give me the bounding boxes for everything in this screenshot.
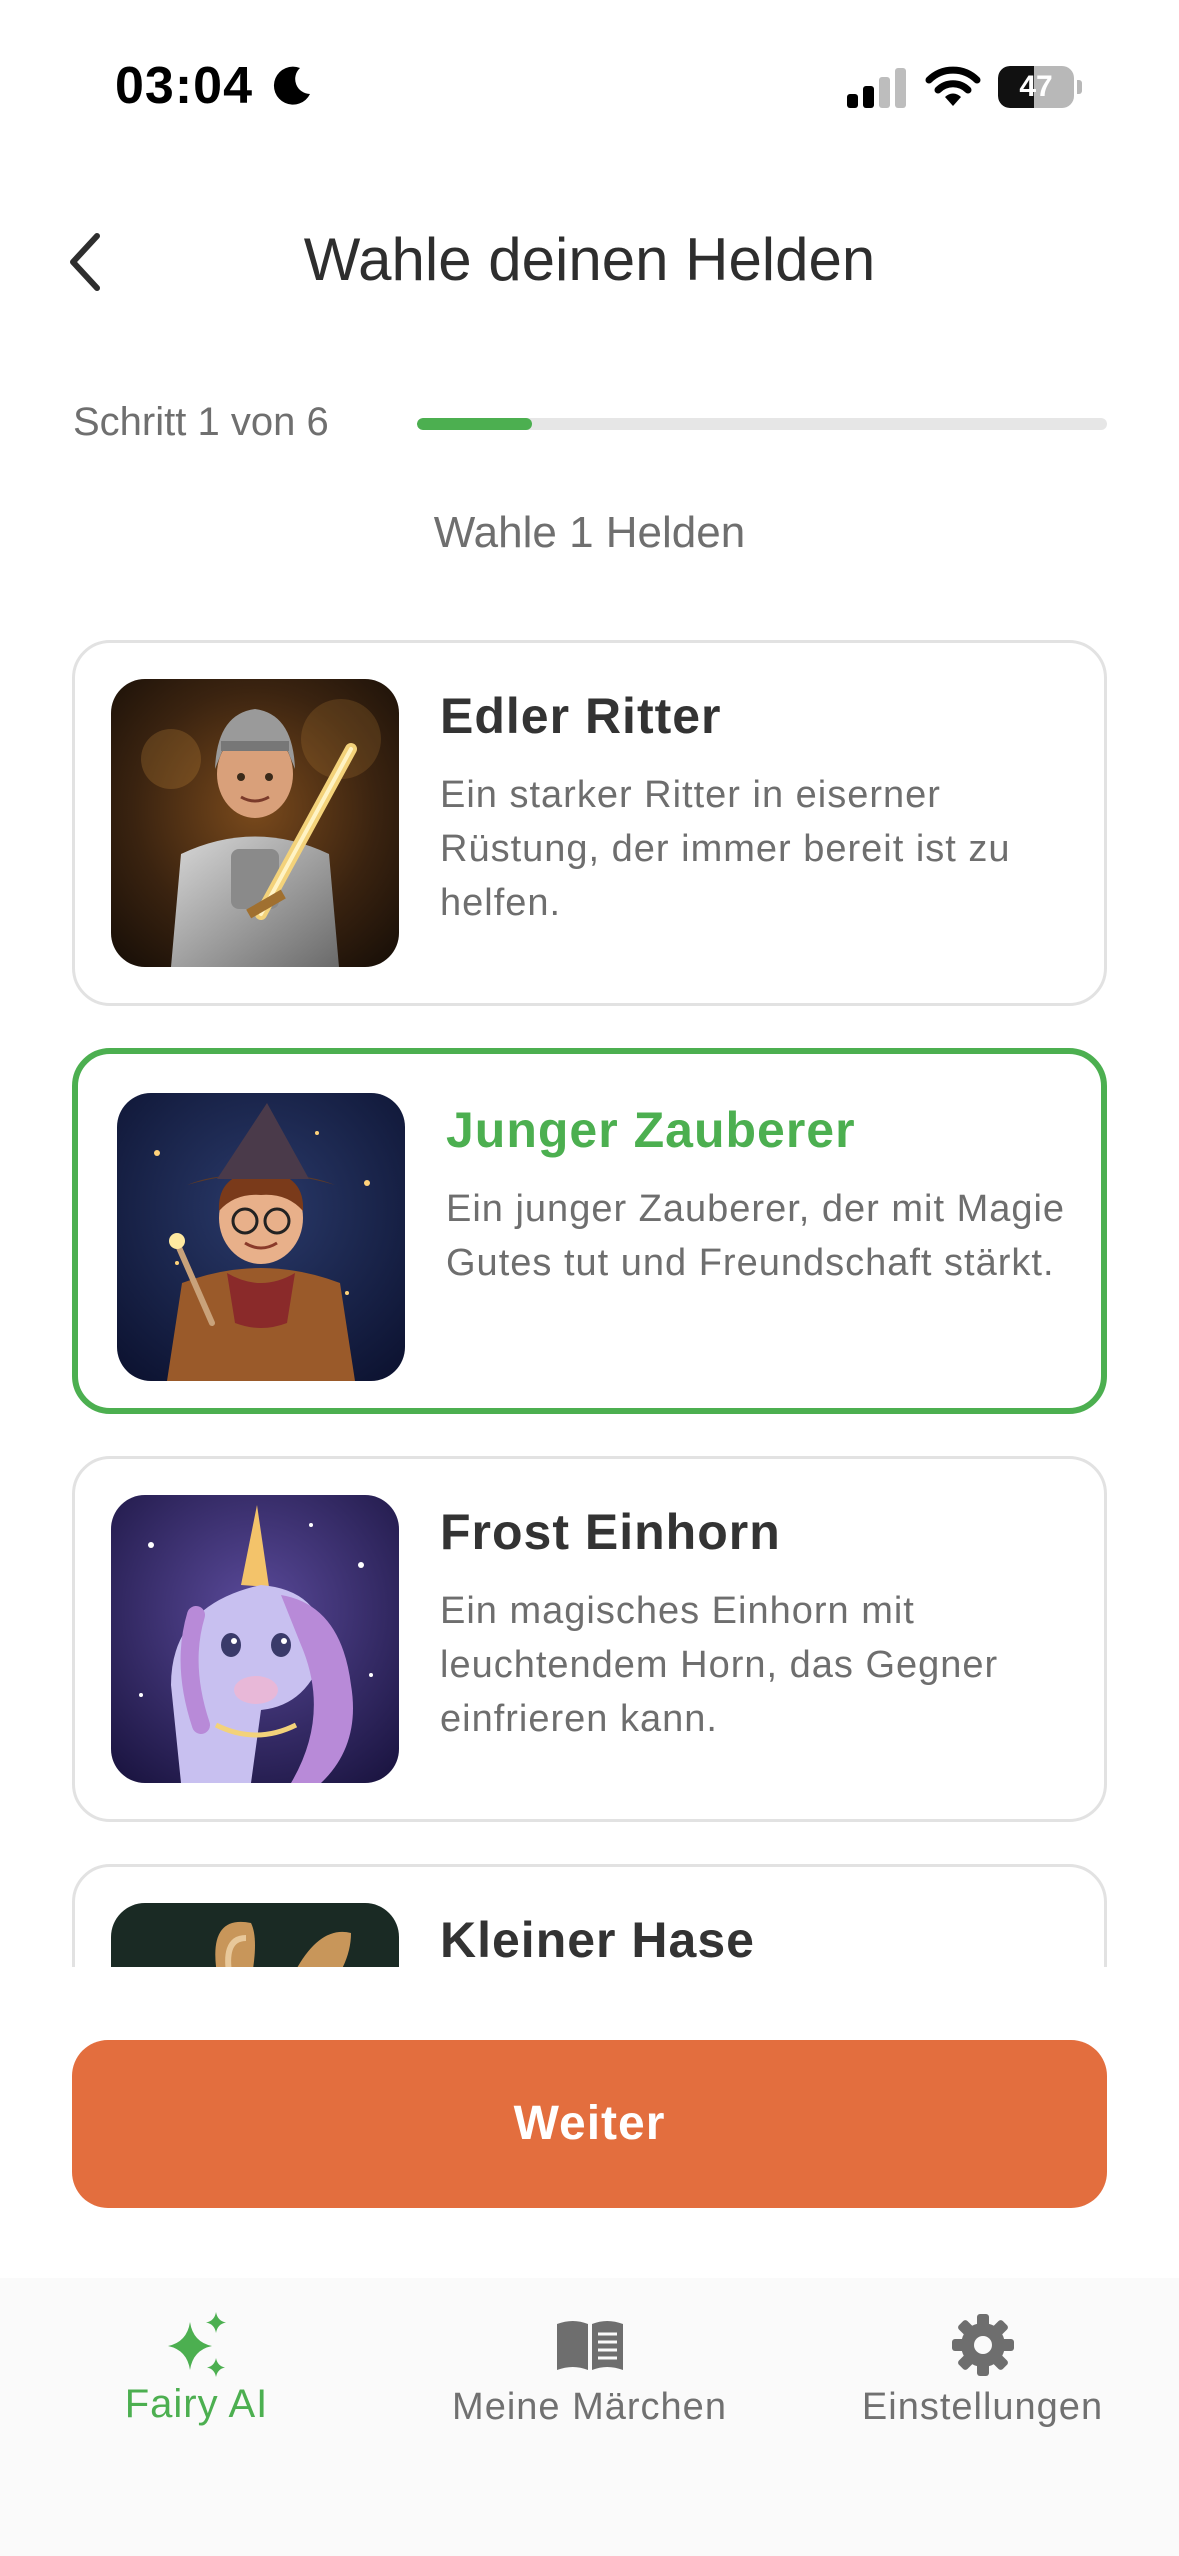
status-bar: 03:04 47 [0,0,1179,150]
hero-card-frost-einhorn[interactable]: Frost Einhorn Ein magisches Einhorn mit … [72,1456,1107,1822]
selection-hint: Wahle 1 Helden [433,508,746,557]
signal-icon [847,68,906,108]
gear-icon [951,2314,1014,2376]
hero-selection-screen: 03:04 47 Wahle deinen Helden Schritt 1 v… [0,0,1179,2556]
hero-name: Junger Zauberer [446,1102,856,1158]
wifi-icon [925,66,981,106]
tab-label: Meine Märchen [452,2386,727,2428]
moon-icon [273,66,310,105]
continue-button[interactable]: Weiter [72,2040,1107,2208]
hero-name: Kleiner Hase [440,1912,755,1967]
tab-fairy-ai[interactable]: Fairy AI [0,2278,393,2478]
tab-label: Einstellungen [861,2386,1104,2428]
hero-card-edler-ritter[interactable]: Edler Ritter Ein starker Ritter in eiser… [72,640,1107,1006]
battery-percent: 47 [1019,70,1053,103]
step-label: Schritt 1 von 6 [73,400,329,444]
knight-avatar [111,679,399,967]
tab-bar: Fairy AI Meine Märchen Einstellungen [0,2278,1179,2556]
progress-fill [417,418,532,430]
hero-name: Edler Ritter [440,688,722,744]
tab-einstellungen[interactable]: Einstellungen [786,2278,1179,2478]
tab-meine-maerchen[interactable]: Meine Märchen [393,2278,786,2478]
rabbit-avatar [111,1903,399,1967]
unicorn-avatar [111,1495,399,1783]
hero-description: Ein starker Ritter in eiserner Rüstung, … [440,774,1011,924]
book-icon [556,2321,623,2370]
battery-indicator: 47 [998,66,1082,108]
hero-name: Frost Einhorn [440,1504,781,1560]
hero-description: Ein junger Zauberer, der mit Magie Gutes… [446,1188,1066,1284]
hero-description: Ein magisches Einhorn mit leuchtendem Ho… [440,1590,999,1740]
tab-label: Fairy AI [124,2382,269,2426]
hero-card-kleiner-hase[interactable]: Kleiner Hase [72,1864,1107,1967]
status-time: 03:04 [115,57,253,115]
wizard-avatar [117,1093,405,1381]
hero-list[interactable]: Edler Ritter Ein starker Ritter in eiser… [72,640,1107,1967]
progress-bar [417,418,1107,430]
page-title: Wahle deinen Helden [303,226,876,293]
sparkles-icon [167,2312,226,2377]
hero-card-junger-zauberer[interactable]: Junger Zauberer Ein junger Zauberer, der… [72,1048,1107,1414]
